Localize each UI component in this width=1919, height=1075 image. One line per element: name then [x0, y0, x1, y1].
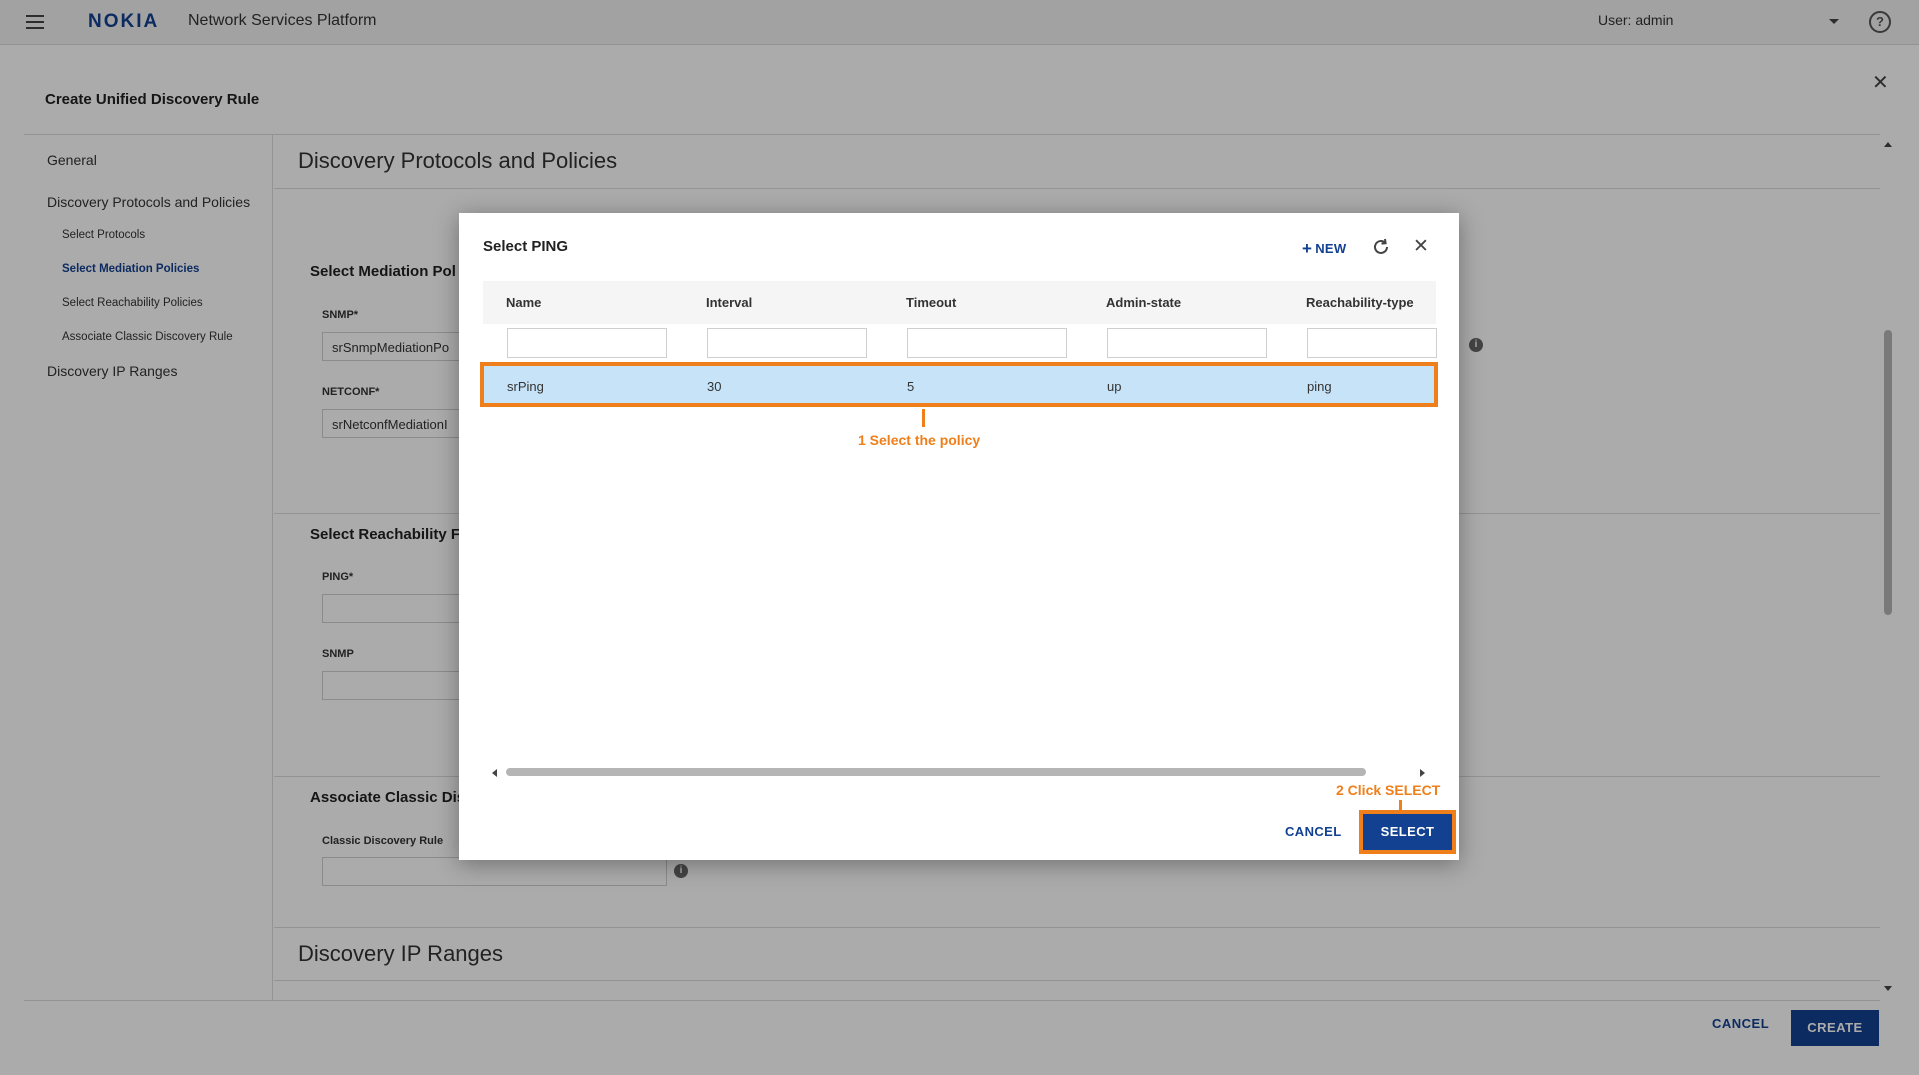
column-header-admin-state[interactable]: Admin-state — [1106, 295, 1181, 310]
annotation-pointer — [922, 409, 925, 427]
table-row[interactable]: srPing 30 5 up ping — [480, 362, 1438, 407]
filter-input-reachability-type[interactable] — [1307, 328, 1437, 358]
cell-reachability-type: ping — [1307, 379, 1332, 394]
new-button[interactable]: + NEW — [1302, 238, 1346, 258]
select-button[interactable]: SELECT — [1359, 810, 1456, 854]
select-button-label: SELECT — [1363, 814, 1452, 850]
column-header-timeout[interactable]: Timeout — [906, 295, 956, 310]
new-button-label: NEW — [1315, 241, 1347, 256]
filter-input-interval[interactable] — [707, 328, 867, 358]
annotation-step-1: 1 Select the policy — [858, 432, 981, 448]
scroll-left-arrow[interactable] — [492, 769, 497, 777]
column-header-interval[interactable]: Interval — [706, 295, 752, 310]
cell-admin-state: up — [1107, 379, 1122, 394]
column-header-name[interactable]: Name — [506, 295, 541, 310]
table-header: Name Interval Timeout Admin-state Reacha… — [483, 281, 1436, 324]
refresh-icon[interactable] — [1371, 237, 1391, 257]
filter-input-name[interactable] — [507, 328, 667, 358]
column-header-reachability-type[interactable]: Reachability-type — [1306, 295, 1414, 310]
cell-name: srPing — [507, 379, 544, 394]
cell-timeout: 5 — [907, 379, 915, 394]
filter-input-timeout[interactable] — [907, 328, 1067, 358]
dialog-cancel-button[interactable]: CANCEL — [1285, 824, 1342, 839]
annotation-step-2: 2 Click SELECT — [1336, 782, 1441, 798]
scroll-right-arrow[interactable] — [1420, 769, 1425, 777]
cell-interval: 30 — [707, 379, 722, 394]
horizontal-scrollbar[interactable] — [506, 768, 1366, 776]
annotation-pointer — [1399, 800, 1402, 810]
plus-icon: + — [1302, 239, 1313, 258]
filter-input-admin-state[interactable] — [1107, 328, 1267, 358]
dialog-title: Select PING — [483, 238, 569, 255]
select-ping-dialog: Select PING + NEW ✕ Name Interval Timeout… — [459, 213, 1459, 860]
close-icon[interactable]: ✕ — [1413, 235, 1429, 258]
